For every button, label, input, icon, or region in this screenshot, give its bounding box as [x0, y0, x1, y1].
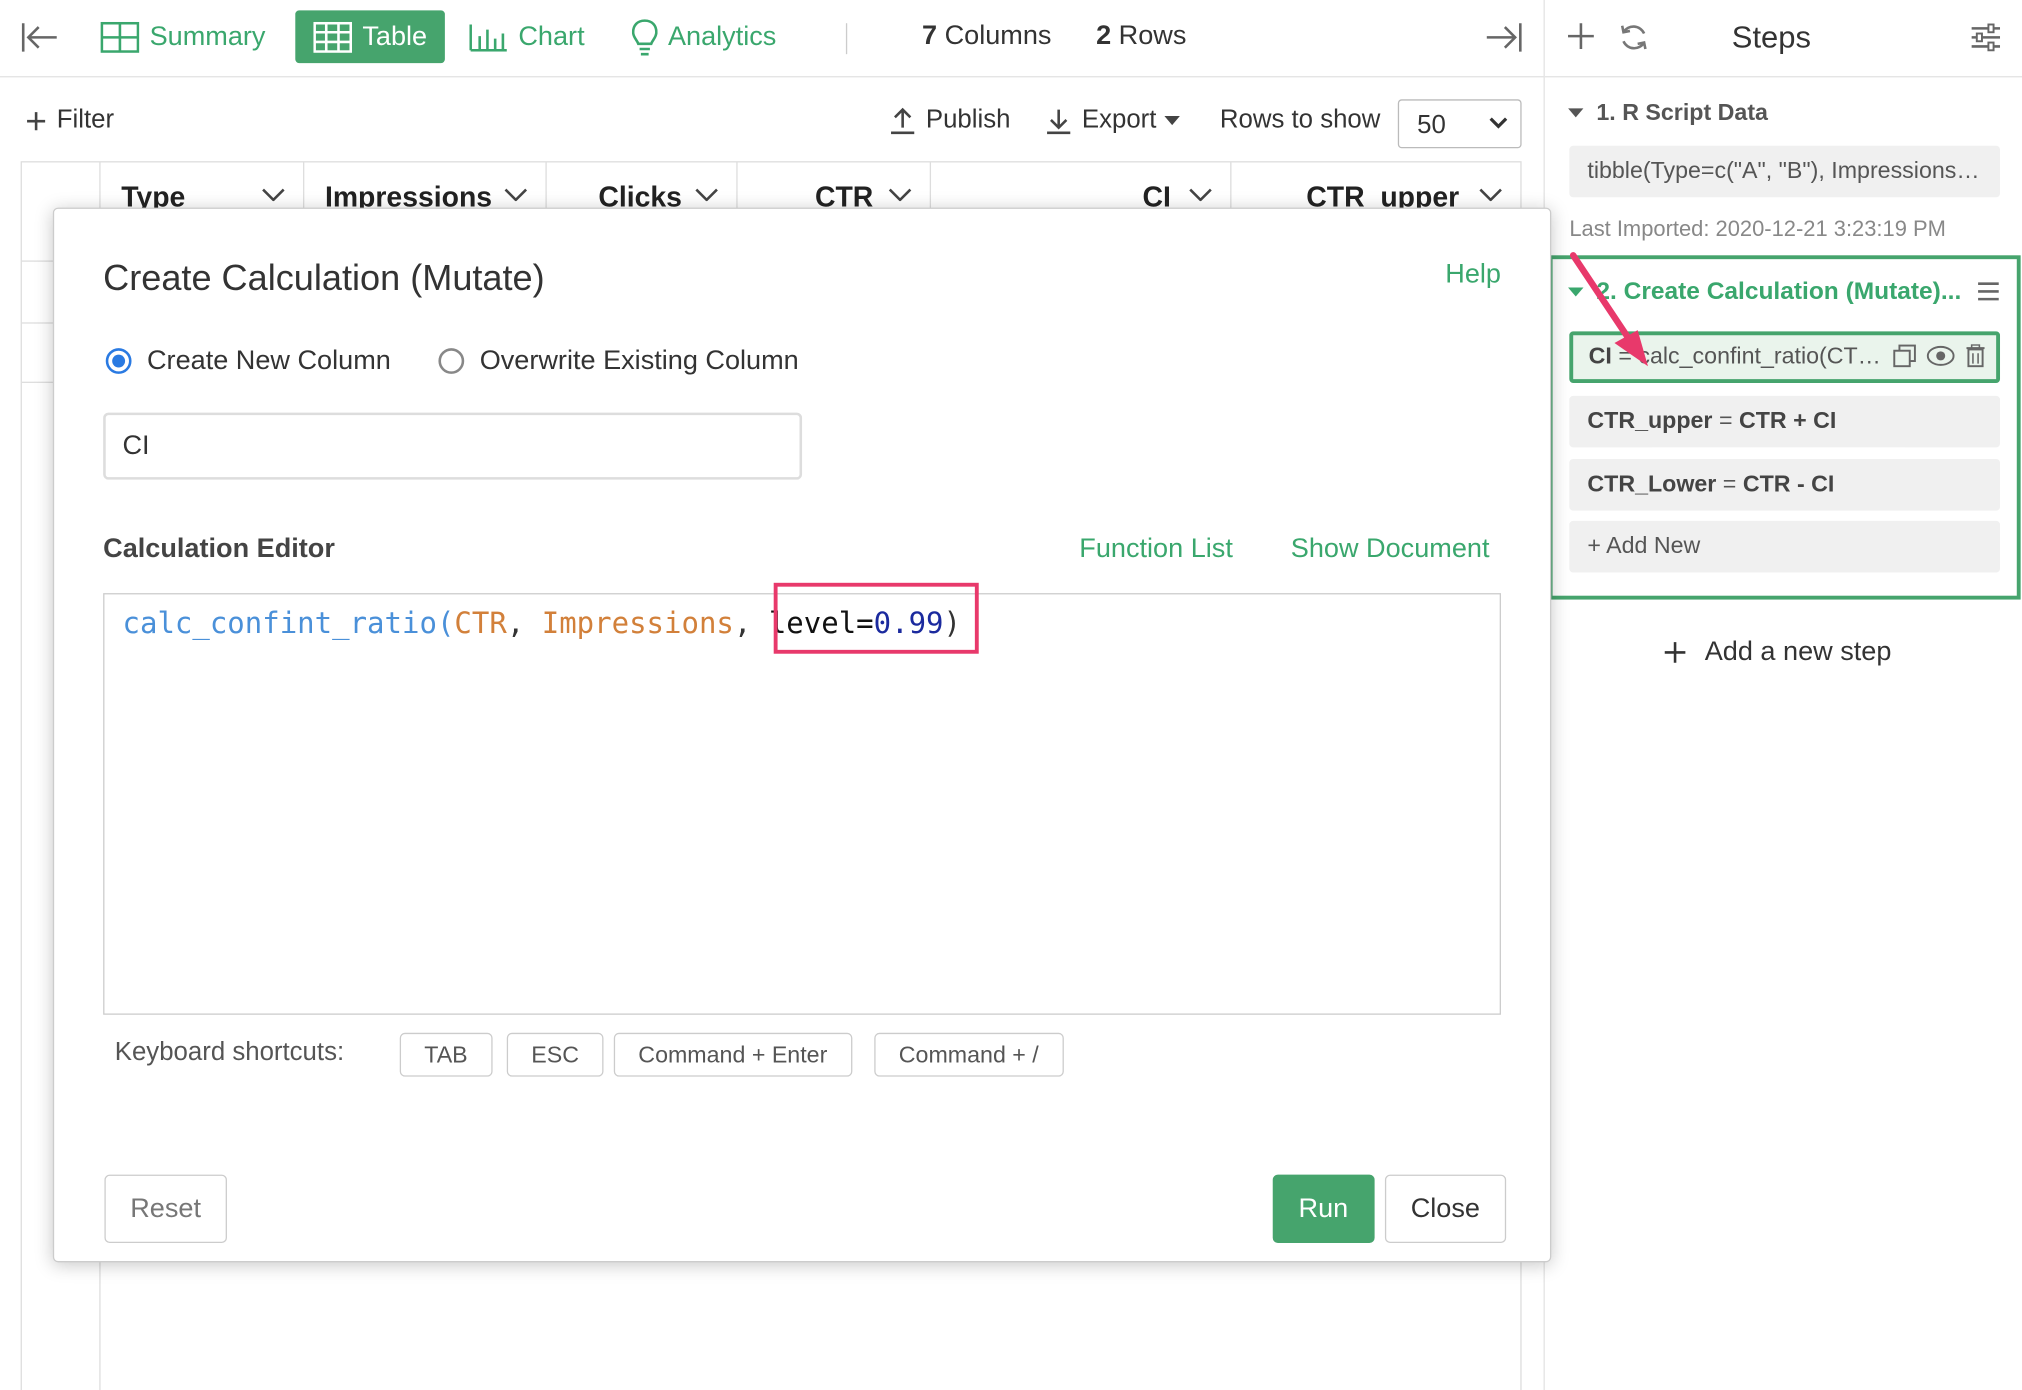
shortcut-key-command-slash: Command + / — [874, 1032, 1064, 1077]
collapse-left-icon[interactable] — [21, 21, 60, 61]
chevron-down-icon — [1489, 117, 1508, 129]
bar-chart-icon — [469, 23, 507, 51]
summary-grid-icon — [100, 21, 140, 53]
last-imported-text: Last Imported: 2020-12-21 3:23:19 PM — [1569, 216, 1946, 242]
export-label: Export — [1081, 105, 1157, 135]
shortcut-key-tab: TAB — [399, 1032, 493, 1077]
add-new-item-button[interactable]: + Add New — [1569, 520, 2001, 573]
radio-selected-icon — [105, 348, 132, 374]
tab-chart-label: Chart — [518, 21, 585, 51]
step1-title[interactable]: 1. R Script Data — [1568, 99, 1768, 126]
settings-sliders-icon[interactable] — [1970, 23, 2001, 58]
chevron-down-icon — [1479, 188, 1502, 202]
shortcut-key-command-enter: Command + Enter — [613, 1032, 852, 1077]
dialog-title: Create Calculation (Mutate) — [103, 257, 545, 298]
calculation-editor[interactable]: calc_confint_ratio(CTR, Impressions, lev… — [103, 593, 1501, 1015]
step-item-ctr-lower[interactable]: CTR_Lower = CTR - CI — [1569, 459, 2001, 511]
plus-icon — [27, 111, 46, 130]
close-button[interactable]: Close — [1384, 1174, 1506, 1243]
step-item-ctr-upper[interactable]: CTR_upper = CTR + CI — [1569, 395, 2001, 448]
add-new-step-button[interactable]: Add a new step — [1663, 637, 1891, 668]
chevron-down-icon — [888, 188, 912, 202]
caret-down-icon — [1568, 107, 1584, 117]
steps-panel: Steps 1. R Script Data tibble(Type=c("A"… — [1543, 0, 2022, 1390]
tab-summary-label: Summary — [149, 21, 266, 51]
download-icon — [1047, 108, 1071, 134]
shortcut-key-esc: ESC — [506, 1032, 604, 1077]
add-step-plus-icon[interactable] — [1567, 22, 1595, 57]
copy-icon[interactable] — [1893, 344, 1916, 368]
tab-table[interactable]: Table — [295, 10, 446, 64]
filter-label: Filter — [56, 105, 115, 135]
publish-button[interactable]: Publish — [890, 105, 1011, 136]
eye-icon[interactable] — [1926, 344, 1955, 367]
menu-icon[interactable] — [1977, 281, 2000, 308]
steps-title: Steps — [1731, 20, 1811, 56]
expand-right-icon[interactable] — [1484, 21, 1523, 61]
caret-down-icon — [1164, 115, 1180, 125]
chevron-down-icon — [262, 188, 285, 202]
lightbulb-icon — [631, 18, 658, 55]
refresh-icon[interactable] — [1618, 22, 1649, 59]
step-item-actions — [1893, 344, 1986, 368]
plus-icon — [1664, 642, 1686, 663]
step1-code[interactable]: tibble(Type=c("A", "B"), Impressions=c(.… — [1569, 145, 2001, 198]
radio-overwrite-label: Overwrite Existing Column — [479, 345, 799, 376]
tab-table-label: Table — [362, 21, 428, 51]
app-window: Summary Table Chart Analytics 7 Columns … — [0, 0, 2022, 1390]
function-list-link[interactable]: Function List — [1079, 534, 1233, 565]
export-button[interactable]: Export — [1046, 106, 1190, 136]
rows-count: 2 Rows — [1096, 20, 1187, 51]
chevron-down-icon — [1189, 188, 1212, 202]
column-name-input[interactable]: CI — [103, 412, 803, 480]
top-toolbar: Summary Table Chart Analytics 7 Columns … — [0, 0, 1544, 78]
columns-count: 7 Columns — [921, 20, 1052, 51]
create-calculation-dialog: Create Calculation (Mutate) Help Create … — [52, 207, 1552, 1263]
rows-to-show-label: Rows to show — [1219, 105, 1381, 135]
show-document-link[interactable]: Show Document — [1291, 534, 1490, 565]
step1-title-label: 1. R Script Data — [1596, 99, 1768, 126]
filter-button[interactable]: Filter — [26, 106, 114, 136]
keyboard-shortcuts-label: Keyboard shortcuts: — [114, 1037, 345, 1067]
chevron-down-icon — [695, 188, 718, 202]
tab-summary[interactable]: Summary — [100, 10, 266, 63]
annotation-arrow-icon — [1569, 252, 1648, 367]
rows-to-show-select[interactable]: 50 — [1397, 99, 1522, 149]
run-button[interactable]: Run — [1272, 1174, 1375, 1243]
highlight-box — [773, 582, 979, 654]
trash-icon[interactable] — [1965, 344, 1986, 368]
radio-create-new-label: Create New Column — [147, 345, 391, 376]
rows-to-show-value: 50 — [1417, 110, 1446, 140]
reset-button[interactable]: Reset — [104, 1174, 227, 1243]
calculation-editor-label: Calculation Editor — [103, 533, 335, 564]
toolbar-divider — [845, 23, 848, 55]
tab-analytics[interactable]: Analytics — [631, 10, 777, 63]
tab-chart[interactable]: Chart — [469, 10, 585, 63]
upload-icon — [891, 107, 915, 134]
steps-header: Steps — [1544, 0, 2022, 78]
publish-label: Publish — [925, 105, 1011, 135]
radio-create-new-column[interactable]: Create New Column — [105, 345, 391, 377]
chevron-down-icon — [504, 188, 528, 202]
help-link[interactable]: Help — [1445, 259, 1501, 290]
radio-overwrite-existing-column[interactable]: Overwrite Existing Column — [438, 345, 799, 377]
table-grid-icon — [313, 21, 353, 53]
radio-unselected-icon — [438, 348, 465, 374]
tab-analytics-label: Analytics — [667, 21, 777, 51]
plus-icon: + — [1587, 532, 1607, 559]
